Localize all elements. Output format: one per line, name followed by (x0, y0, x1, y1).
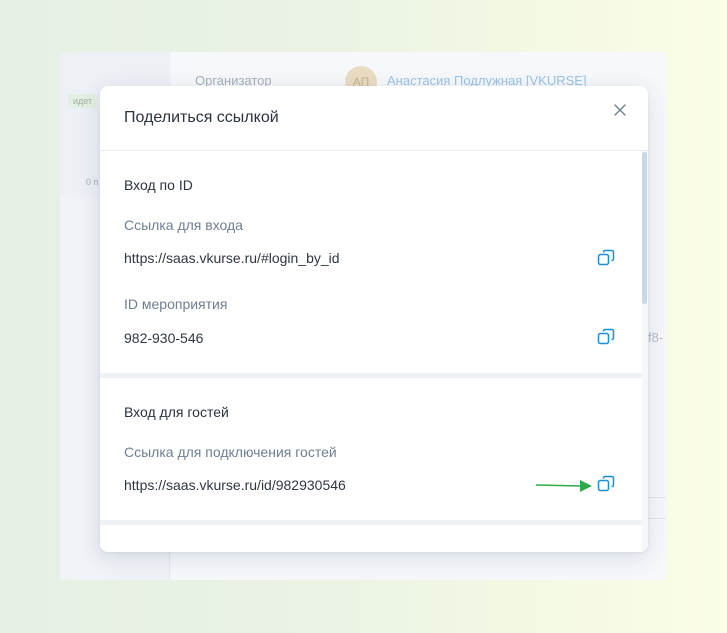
copy-icon[interactable] (597, 475, 615, 493)
status-badge: идет (68, 94, 98, 108)
guest-link-value: https://saas.vkurse.ru/id/982930546 (124, 477, 346, 493)
field-label: ID мероприятия (124, 296, 228, 312)
participant-count: 0 п (86, 177, 99, 187)
section-title: Вход для гостей (124, 404, 229, 420)
event-id-value: 982-930-546 (124, 330, 204, 346)
field-label: Ссылка для входа (124, 217, 243, 233)
login-link-value: https://saas.vkurse.ru/#login_by_id (124, 250, 340, 266)
section-title: Вход по ID (124, 177, 193, 193)
login-by-id-section: Вход по ID Ссылка для входа https://saas… (100, 151, 648, 373)
modal-header: Поделиться ссылкой (100, 86, 648, 151)
copy-icon[interactable] (597, 249, 615, 267)
modal-title: Поделиться ссылкой (124, 109, 279, 126)
green-arrow-icon (536, 480, 592, 492)
next-section (100, 525, 648, 552)
copy-icon[interactable] (597, 328, 615, 346)
close-icon[interactable] (612, 102, 628, 118)
field-label: Ссылка для подключения гостей (124, 444, 337, 460)
scrollbar-thumb[interactable] (642, 152, 647, 304)
partial-text: f8- (648, 330, 664, 345)
guest-login-section: Вход для гостей Ссылка для подключения г… (100, 378, 648, 520)
